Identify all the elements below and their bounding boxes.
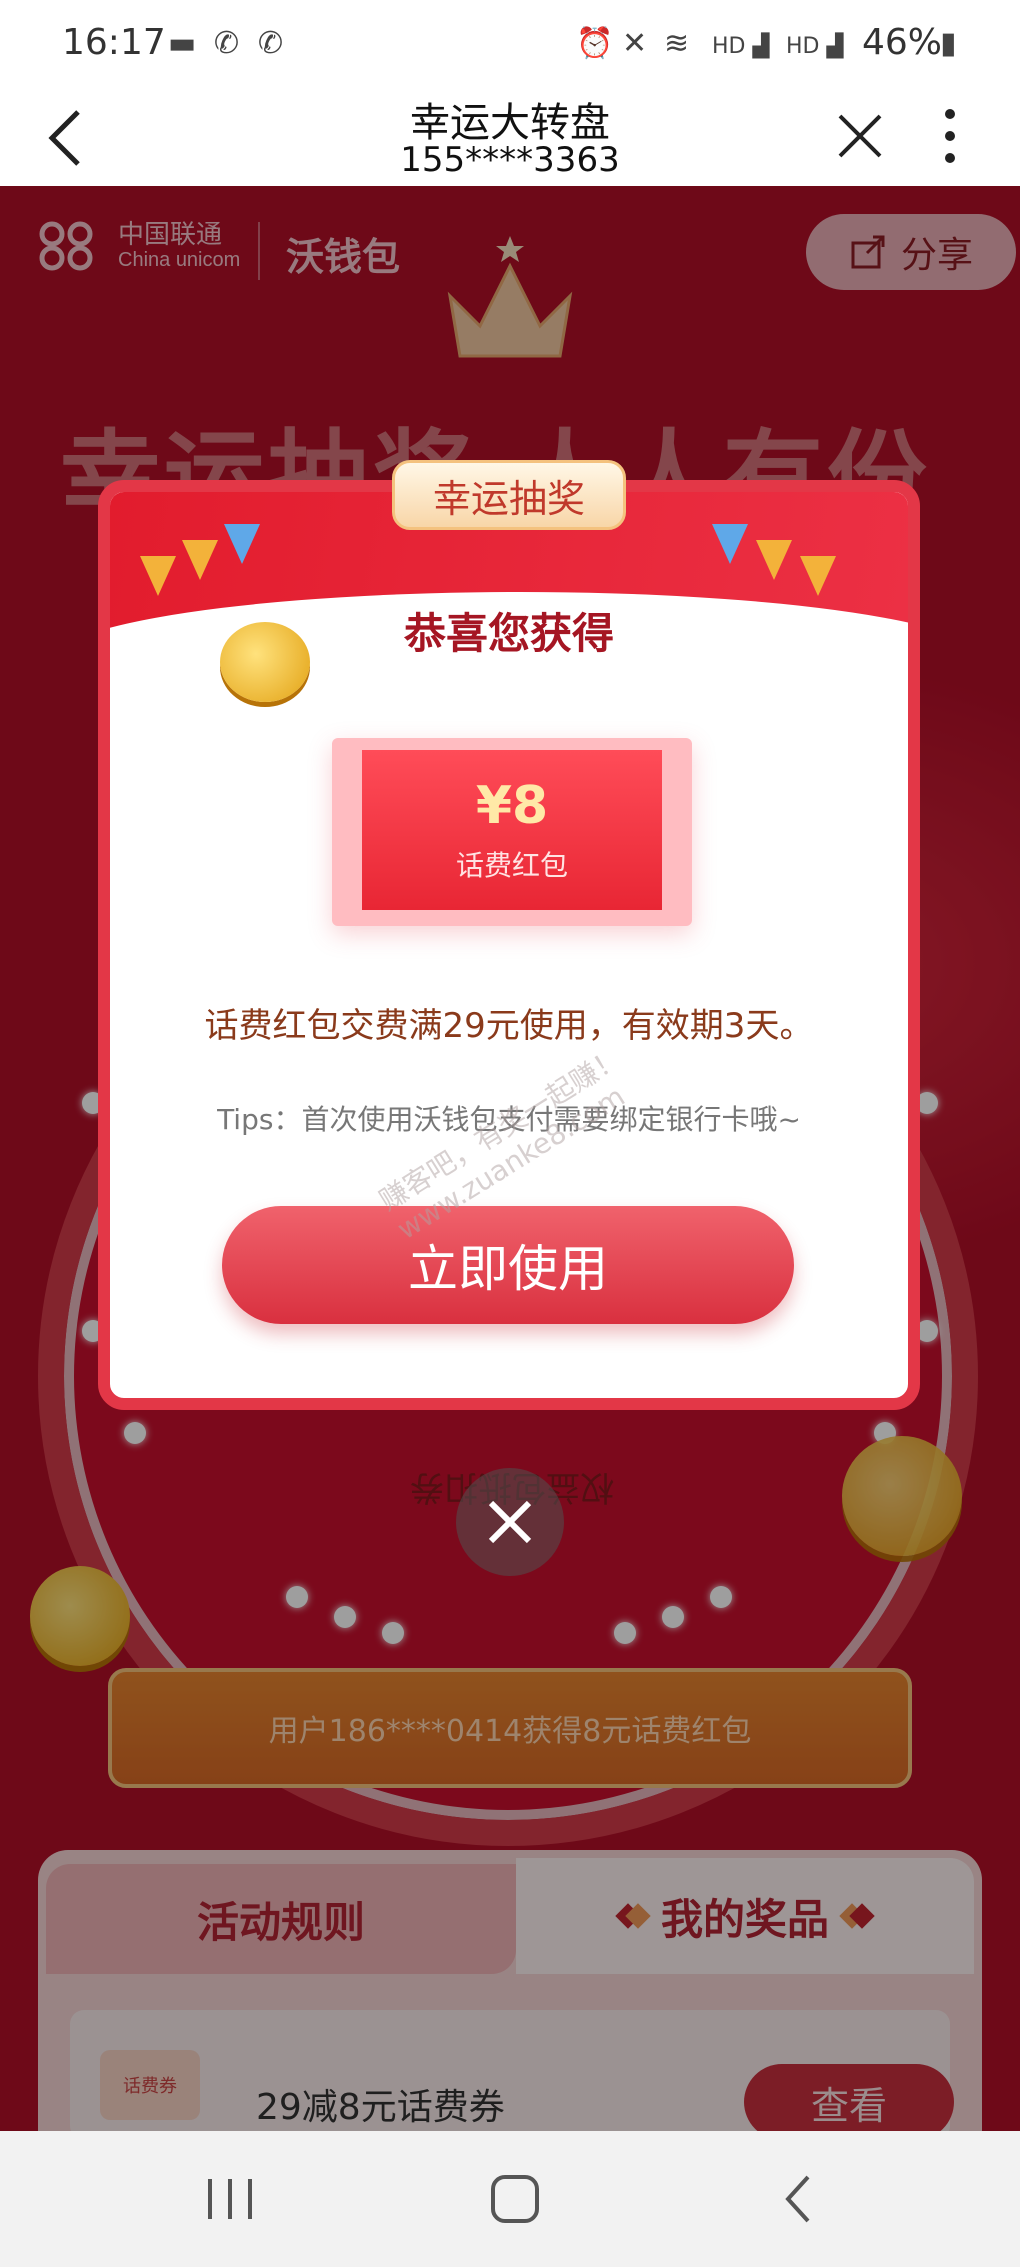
prize-description: 话费红包交费满29元使用，有效期3天。 [204, 1006, 814, 1046]
bunting-flag [140, 556, 176, 596]
signal-icon: HD ▟ [712, 34, 770, 59]
home-button[interactable] [475, 2169, 555, 2229]
call-icon: ✆ [258, 26, 284, 61]
bunting-flag [756, 540, 792, 580]
gold-coin-icon [220, 622, 310, 702]
message-icon: ▬ [168, 26, 197, 61]
status-time: 16:17 [62, 22, 166, 63]
alarm-icon: ⏰ [576, 26, 614, 61]
bunting-flag [800, 556, 836, 596]
mute-icon: ✕ [622, 26, 648, 61]
back-nav-button[interactable] [760, 2169, 840, 2229]
close-button[interactable] [830, 100, 890, 170]
coupon-body: ¥8 话费红包 [362, 750, 662, 910]
call-icon: ✆ [214, 26, 240, 61]
modal-tag: 幸运抽奖 [392, 460, 626, 530]
status-bar: 16:17 ▬ ✆ ✆ ⏰ ✕ ≋ HD ▟ HD ▟ 46% ▮ [0, 0, 1020, 90]
more-button[interactable] [930, 100, 970, 170]
wifi-icon: ≋ [664, 26, 690, 61]
bunting-flag [712, 524, 748, 564]
use-now-button[interactable]: 立即使用 [222, 1206, 794, 1324]
battery-icon: ▮ [940, 26, 957, 61]
coupon-label: 话费红包 [455, 849, 568, 882]
system-nav-bar [0, 2131, 1020, 2267]
bunting-flag [182, 540, 218, 580]
close-icon [838, 114, 882, 158]
coupon-amount: ¥8 [475, 776, 549, 836]
signal-icon: HD ▟ [786, 34, 844, 59]
battery-level: 46% [862, 22, 943, 63]
close-icon [488, 1500, 532, 1544]
bunting-flag [224, 524, 260, 564]
title-bar: 幸运大转盘 155****3363 [0, 90, 1020, 186]
coupon-card: ¥8 话费红包 [332, 738, 692, 926]
dialog-close-button[interactable] [456, 1468, 564, 1576]
more-vert-icon [945, 109, 955, 163]
recent-apps-button[interactable] [190, 2169, 270, 2229]
prize-dialog: 恭喜您获得 ¥8 话费红包 话费红包交费满29元使用，有效期3天。 Tips：首… [98, 480, 920, 1410]
